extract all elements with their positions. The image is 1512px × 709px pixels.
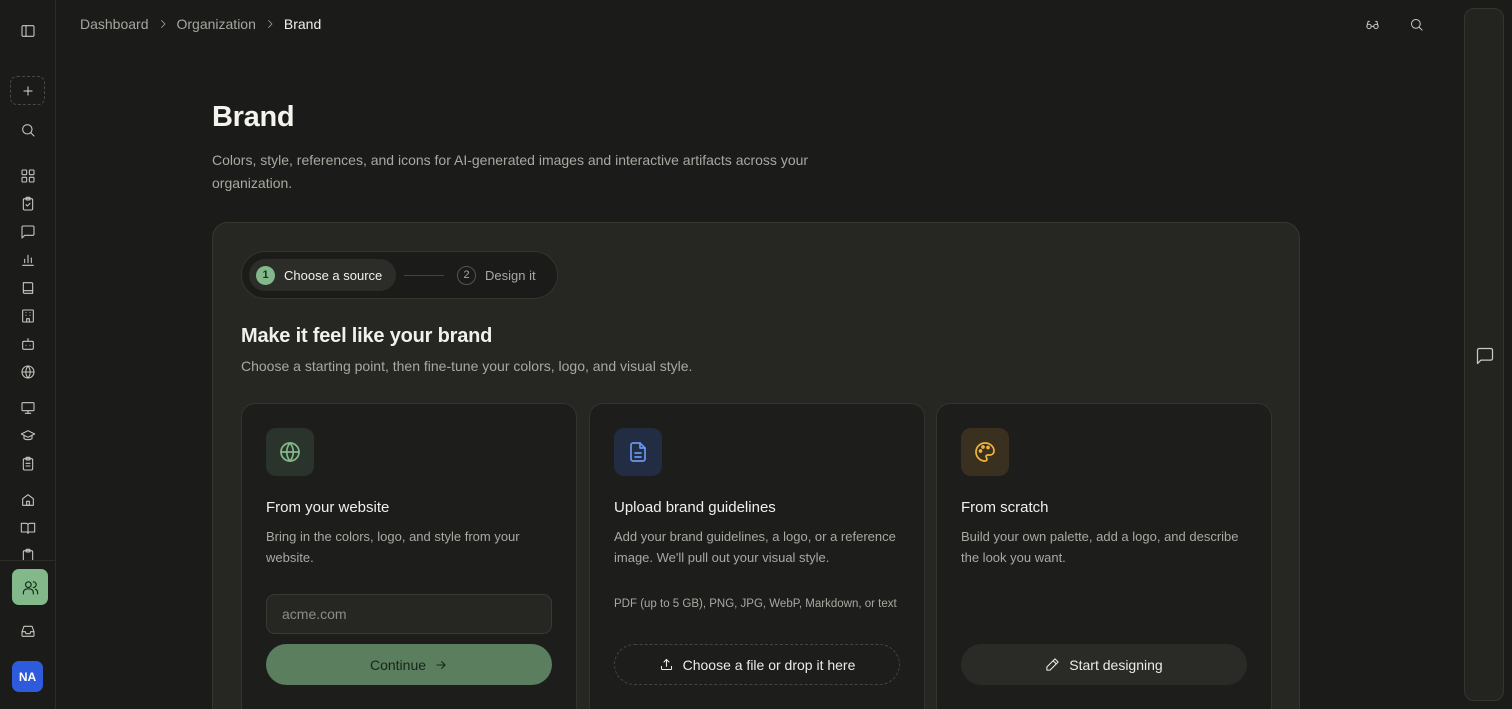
bot-icon[interactable] <box>14 330 42 358</box>
sidebar: NA <box>0 0 56 709</box>
step-connector <box>404 275 444 276</box>
chat-icon[interactable] <box>1474 345 1496 367</box>
new-button[interactable] <box>10 76 45 105</box>
card-description: Build your own palette, add a logo, and … <box>961 529 1239 565</box>
card-description: Add your brand guidelines, a logo, or a … <box>614 529 896 565</box>
clipboard-list-icon[interactable] <box>14 450 42 478</box>
start-designing-label: Start designing <box>1069 656 1163 673</box>
layout-icon[interactable] <box>14 162 42 190</box>
step-choose-source[interactable]: 1 Choose a source <box>249 259 396 291</box>
building-icon[interactable] <box>14 302 42 330</box>
palette-icon <box>961 428 1009 476</box>
search-icon[interactable] <box>14 116 42 144</box>
globe-icon <box>266 428 314 476</box>
section-description: Choose a starting point, then fine-tune … <box>241 358 693 374</box>
inbox-icon[interactable] <box>14 617 42 645</box>
breadcrumb-dashboard[interactable]: Dashboard <box>80 16 149 32</box>
arrow-right-icon <box>436 660 446 669</box>
clipboard-icon[interactable] <box>14 542 42 560</box>
card-upload-guidelines: Upload brand guidelines Add your brand g… <box>589 403 925 709</box>
upload-file-button[interactable]: Choose a file or drop it here <box>614 644 900 685</box>
pencil-icon <box>1046 658 1059 671</box>
app-window: NA Dashboard Organization Brand Brand Co… <box>0 0 1512 709</box>
upload-icon <box>660 658 672 671</box>
clipboard-check-icon[interactable] <box>14 190 42 218</box>
breadcrumb-current: Brand <box>283 16 322 32</box>
sidebar-divider <box>0 560 55 561</box>
home-icon[interactable] <box>14 486 42 514</box>
brand-setup-panel: 1 Choose a source 2 Design it Make it fe… <box>212 222 1300 709</box>
sidebar-toggle-icon[interactable] <box>14 17 42 45</box>
breadcrumb-organization[interactable]: Organization <box>177 16 256 32</box>
page-title: Brand <box>212 101 295 133</box>
card-title: From scratch <box>961 499 1049 516</box>
right-rail <box>1464 8 1504 701</box>
chevron-right-icon <box>157 18 169 30</box>
website-url-input[interactable] <box>266 594 552 634</box>
search-icon[interactable] <box>1406 14 1426 34</box>
plus-icon <box>22 85 33 96</box>
card-from-website: From your website Bring in the colors, l… <box>241 403 577 709</box>
graduation-cap-icon[interactable] <box>14 422 42 450</box>
section-title: Make it feel like your brand <box>241 325 493 347</box>
book-icon[interactable] <box>14 274 42 302</box>
upload-button-label: Choose a file or drop it here <box>682 656 856 673</box>
card-title: Upload brand guidelines <box>614 499 776 516</box>
step-label: Design it <box>485 267 536 283</box>
step-label: Choose a source <box>284 267 383 283</box>
continue-button[interactable]: Continue <box>266 644 552 685</box>
sidebar-item-members[interactable] <box>12 569 48 605</box>
chevron-right-icon <box>264 18 276 30</box>
globe-icon[interactable] <box>14 358 42 386</box>
step-number: 2 <box>457 265 476 285</box>
presentation-icon[interactable] <box>14 394 42 422</box>
breadcrumb: Dashboard Organization Brand <box>80 15 321 33</box>
card-from-scratch: From scratch Build your own palette, add… <box>936 403 1272 709</box>
start-designing-button[interactable]: Start designing <box>961 644 1247 685</box>
avatar[interactable]: NA <box>12 661 43 692</box>
message-square-icon[interactable] <box>14 218 42 246</box>
supported-formats-note: PDF (up to 5 GB), PNG, JPG, WebP, Markdo… <box>614 598 897 610</box>
step-number: 1 <box>256 265 275 285</box>
users-icon <box>22 580 38 594</box>
glasses-icon[interactable] <box>1362 14 1382 34</box>
stepper: 1 Choose a source 2 Design it <box>241 251 558 299</box>
file-text-icon <box>614 428 662 476</box>
page-description: Colors, style, references, and icons for… <box>212 152 809 191</box>
card-description: Bring in the colors, logo, and style fro… <box>266 529 520 565</box>
card-title: From your website <box>266 499 390 516</box>
continue-button-label: Continue <box>369 656 427 673</box>
step-design-it[interactable]: 2 Design it <box>457 259 536 291</box>
book-open-icon[interactable] <box>14 514 42 542</box>
bar-chart-icon[interactable] <box>14 246 42 274</box>
